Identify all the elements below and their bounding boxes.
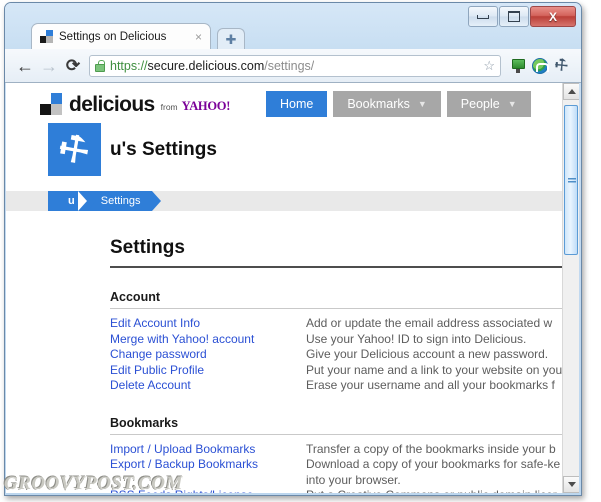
section-divider — [110, 308, 562, 309]
profile-header: ⚒ u's Settings — [6, 115, 562, 187]
screenshot-root: X Settings on Delicious × ✚ ← → ⟳ https:… — [0, 0, 601, 502]
nav-item-home[interactable]: Home — [266, 91, 328, 117]
back-button[interactable]: ← — [13, 54, 37, 78]
link-change-password[interactable]: Change password — [110, 347, 306, 361]
minimize-icon — [477, 14, 489, 19]
delicious-logo[interactable]: delicious from YAHOO! — [40, 93, 230, 115]
window-controls: X — [468, 6, 576, 27]
section-heading-bookmarks: Bookmarks — [110, 415, 179, 430]
close-icon: X — [548, 9, 557, 24]
avatar: ⚒ — [48, 123, 101, 176]
breadcrumb-label-settings: Settings — [100, 195, 141, 207]
yahoo-logo-text: YAHOO! — [181, 98, 231, 113]
scrollbar-thumb[interactable] — [564, 105, 578, 255]
stumbleupon-extension-icon[interactable] — [529, 55, 551, 77]
row-description: Use your Yahoo! ID to sign into Deliciou… — [306, 331, 527, 346]
page-title: u's Settings — [110, 139, 217, 160]
table-row: Edit Account Info Add or update the emai… — [110, 316, 562, 332]
tab-close-icon[interactable]: × — [191, 31, 206, 43]
row-description: Download a copy of your bookmarks for sa… — [306, 457, 561, 471]
tab-title: Settings on Delicious — [59, 30, 167, 43]
url-text: https://secure.delicious.com/settings/ — [110, 59, 314, 73]
arrow-left-icon: ← — [16, 55, 34, 76]
table-row: Export / Backup Bookmarks Download a cop… — [110, 457, 562, 473]
link-import-upload-bookmarks[interactable]: Import / Upload Bookmarks — [110, 442, 306, 456]
new-tab-button[interactable]: ✚ — [217, 28, 245, 50]
title-divider — [110, 266, 562, 268]
lock-icon — [95, 59, 105, 72]
scroll-down-button[interactable] — [563, 476, 579, 493]
nav-label-bookmarks: Bookmarks — [347, 97, 410, 111]
maximize-button[interactable] — [499, 6, 529, 27]
close-button[interactable]: X — [530, 6, 576, 27]
row-description: Transfer a copy of the bookmarks inside … — [306, 441, 556, 456]
delicious-logo-icon — [40, 93, 62, 115]
scroll-up-button[interactable] — [563, 83, 579, 100]
nav-item-people[interactable]: People ▼ — [446, 91, 531, 117]
scrollbar-grip-icon — [568, 178, 576, 184]
breadcrumb-label-user: u — [68, 195, 75, 207]
nav-label-home: Home — [280, 97, 314, 111]
row-description-continued: into your browser. — [306, 472, 401, 487]
settings-content: Settings Account Edit Account Info Add o… — [6, 211, 562, 493]
table-row: Import / Upload Bookmarks Transfer a cop… — [110, 442, 562, 458]
bookmark-star-icon[interactable]: ☆ — [483, 59, 495, 72]
logo-text: delicious — [69, 92, 155, 116]
reload-icon: ⟳ — [65, 56, 81, 75]
screen-capture-extension-icon[interactable] — [507, 55, 529, 77]
site-header: delicious from YAHOO! Home Bookmarks ▼ P… — [6, 83, 562, 117]
url-path: /settings/ — [264, 58, 315, 73]
chevron-down-icon: ▼ — [507, 99, 517, 109]
link-export-backup-bookmarks[interactable]: Export / Backup Bookmarks — [110, 457, 306, 471]
chrome-menu-wrench-button[interactable]: ⚒ — [551, 55, 573, 77]
row-description: Add or update the email address associat… — [306, 316, 553, 330]
row-description: Put a Creative Commons or public domain … — [306, 488, 557, 493]
section-divider — [110, 433, 562, 435]
site-nav: Home Bookmarks ▼ People ▼ — [266, 91, 531, 117]
forward-button[interactable]: → — [37, 54, 61, 78]
row-description: Give your Delicious account a new passwo… — [306, 347, 549, 361]
table-row: Merge with Yahoo! account Use your Yahoo… — [110, 332, 562, 348]
reload-button[interactable]: ⟳ — [61, 54, 85, 78]
page-scrollbar[interactable] — [562, 83, 579, 493]
breadcrumb-item-settings[interactable]: Settings — [77, 191, 162, 211]
section-account: Account Edit Account Info Add or update … — [110, 290, 562, 394]
maximize-icon — [508, 11, 520, 22]
minimize-button[interactable] — [468, 6, 498, 27]
url-scheme: https:// — [110, 58, 148, 73]
nav-label-people: People — [460, 97, 500, 111]
wrench-icon: ⚒ — [551, 54, 573, 77]
delicious-favicon-icon — [40, 30, 53, 43]
plus-icon: ✚ — [225, 31, 237, 47]
settings-title: Settings — [110, 237, 185, 258]
link-edit-public-profile[interactable]: Edit Public Profile — [110, 363, 306, 377]
link-merge-with-yahoo-account[interactable]: Merge with Yahoo! account — [110, 332, 306, 346]
logo-from-text: from — [160, 102, 178, 112]
table-row: Change password Give your Delicious acco… — [110, 347, 562, 363]
browser-window: X Settings on Delicious × ✚ ← → ⟳ https:… — [4, 2, 582, 496]
arrow-right-icon: → — [40, 55, 58, 76]
wrench-icon: ⚒ — [51, 125, 98, 174]
table-row: Edit Public Profile Put your name and a … — [110, 363, 562, 379]
url-host: secure.delicious.com — [147, 58, 265, 73]
nav-item-bookmarks[interactable]: Bookmarks ▼ — [333, 91, 441, 117]
section-heading-account: Account — [110, 290, 160, 304]
watermark: GROOVYPOST.COM — [4, 473, 183, 494]
row-description: Put your name and a link to your website… — [306, 362, 562, 377]
link-edit-account-info[interactable]: Edit Account Info — [110, 316, 306, 330]
breadcrumb: u Settings — [6, 191, 562, 211]
browser-toolbar: ← → ⟳ https://secure.delicious.com/setti… — [5, 49, 581, 83]
row-description: Erase your username and all your bookmar… — [306, 378, 555, 392]
web-page: delicious from YAHOO! Home Bookmarks ▼ P… — [6, 83, 562, 493]
table-row: Delete Account Erase your username and a… — [110, 378, 562, 394]
link-delete-account[interactable]: Delete Account — [110, 378, 306, 392]
chevron-down-icon: ▼ — [417, 99, 427, 109]
browser-tab[interactable]: Settings on Delicious × — [31, 23, 211, 49]
page-viewport: delicious from YAHOO! Home Bookmarks ▼ P… — [6, 83, 579, 493]
address-bar[interactable]: https://secure.delicious.com/settings/ ☆ — [89, 54, 501, 77]
